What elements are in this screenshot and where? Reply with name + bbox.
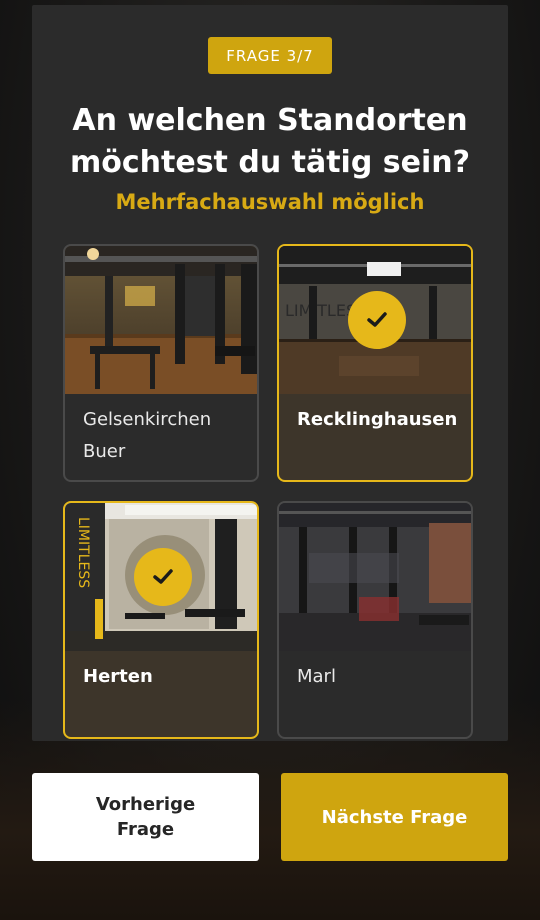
multiple-choice-hint: Mehrfachauswahl möglich	[115, 190, 425, 214]
location-option-recklinghausen[interactable]: LIMITLESS Recklinghausen	[277, 244, 473, 482]
check-icon	[134, 548, 192, 606]
location-option-gelsenkirchen-buer[interactable]: Gelsenkirchen Buer	[63, 244, 259, 482]
location-label: Marl	[297, 666, 336, 687]
location-option-marl[interactable]: Marl	[277, 501, 473, 739]
question-progress-badge: FRAGE 3/7	[208, 37, 332, 74]
location-label: Herten	[83, 666, 153, 687]
next-question-button[interactable]: Nächste Frage	[281, 773, 508, 861]
question-title: An welchen Standorten möchtest du tätig …	[70, 103, 470, 180]
previous-question-button[interactable]: Vorherige Frage	[32, 773, 259, 861]
check-icon	[348, 291, 406, 349]
location-label: Gelsenkirchen Buer	[83, 409, 212, 462]
svg-text:LIMITLESS: LIMITLESS	[75, 517, 91, 588]
location-label: Recklinghausen	[297, 409, 458, 430]
location-option-herten[interactable]: LIMITLESS Herten	[63, 501, 259, 739]
location-photo-gelsenkirchen-buer	[65, 246, 257, 394]
location-photo-marl	[279, 503, 471, 651]
